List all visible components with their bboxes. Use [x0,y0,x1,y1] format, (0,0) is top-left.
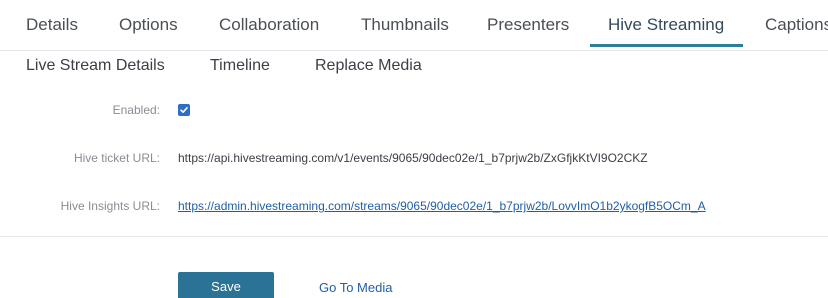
insights-url-label: Hive Insights URL: [60,199,160,213]
subtab-live-stream-details[interactable]: Live Stream Details [26,55,165,77]
sub-tabs: Live Stream Details Timeline Replace Med… [0,52,828,82]
tab-options[interactable]: Options [119,14,178,36]
checkmark-icon [180,107,188,113]
tab-collaboration[interactable]: Collaboration [219,14,319,36]
tab-presenters[interactable]: Presenters [487,14,569,36]
tab-hive-streaming[interactable]: Hive Streaming [608,14,724,36]
enabled-row: Enabled: [0,99,828,123]
subtab-replace-media[interactable]: Replace Media [315,55,422,77]
insights-url-link[interactable]: https://admin.hivestreaming.com/streams/… [178,197,706,215]
subtab-timeline[interactable]: Timeline [210,55,270,77]
save-button[interactable]: Save [178,272,274,298]
main-tabs: Details Options Collaboration Thumbnails… [0,0,828,51]
media-edit-page: Details Options Collaboration Thumbnails… [0,0,828,298]
enabled-checkbox[interactable] [178,104,190,116]
tab-details[interactable]: Details [26,14,78,36]
divider [0,236,828,237]
go-to-media-link[interactable]: Go To Media [319,279,392,297]
active-tab-indicator [590,44,743,47]
tab-thumbnails[interactable]: Thumbnails [361,14,449,36]
tab-captions[interactable]: Captions [765,14,828,36]
ticket-url-value: https://api.hivestreaming.com/v1/events/… [178,151,648,165]
ticket-url-row: Hive ticket URL: https://api.hivestreami… [0,147,828,171]
enabled-label: Enabled: [112,103,160,117]
ticket-url-label: Hive ticket URL: [73,151,160,165]
insights-url-row: Hive Insights URL: https://admin.hivestr… [0,195,828,219]
